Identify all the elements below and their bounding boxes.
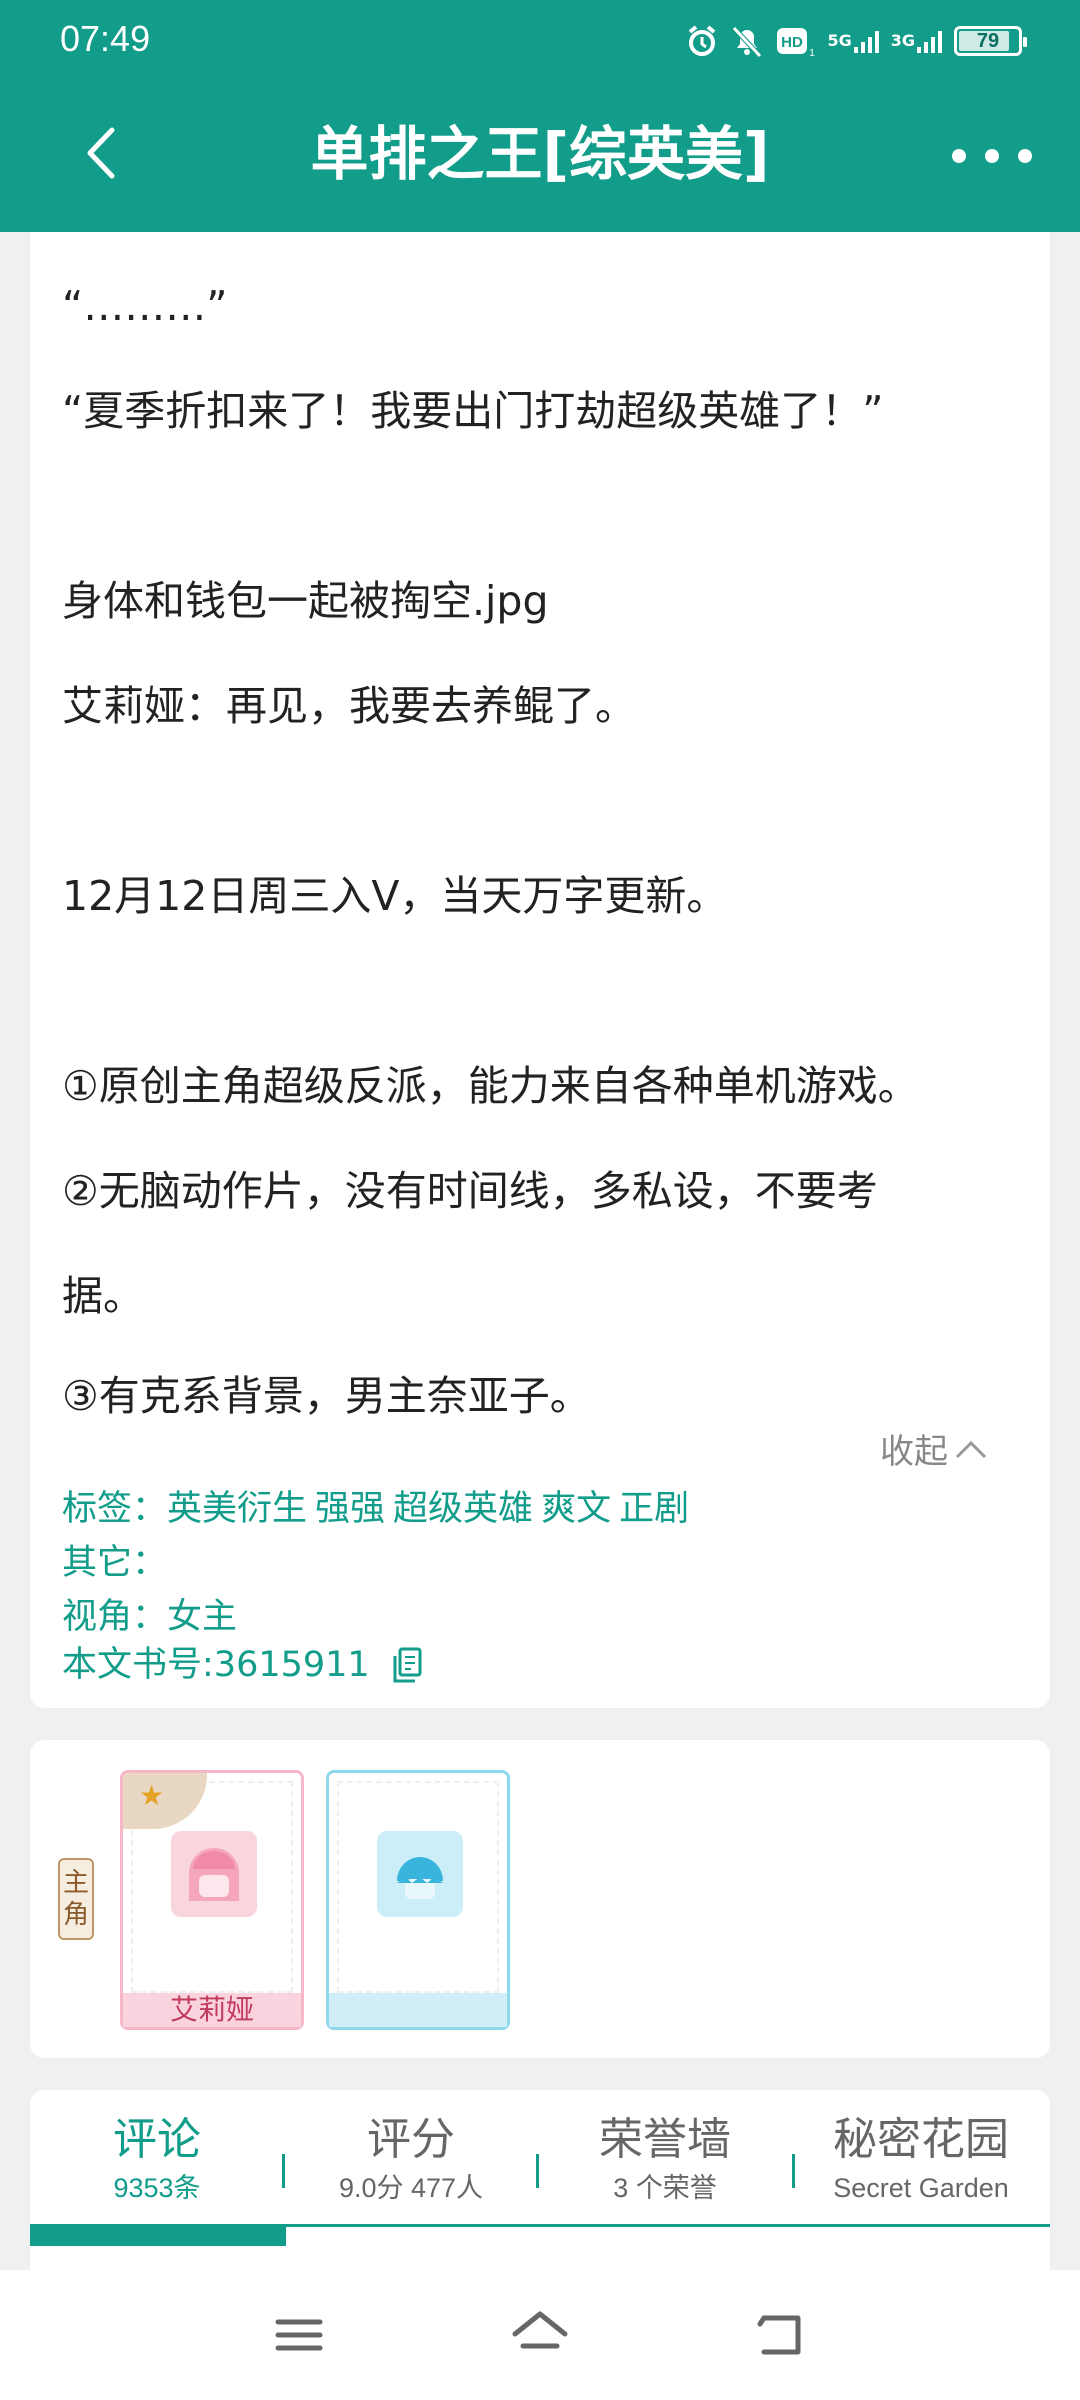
- page-title: 单排之王[综英美]: [310, 120, 770, 188]
- character-name: 艾莉娅: [123, 1993, 301, 2027]
- tag-link[interactable]: 爽文: [541, 1489, 611, 1529]
- back-nav-button[interactable]: [748, 2302, 814, 2368]
- synopsis-line: ①原创主角超级反派，能力来自各种单机游戏。: [62, 1062, 919, 1110]
- avatar: [377, 1831, 463, 1917]
- view-row: 视角：女主: [62, 1588, 237, 1639]
- tab-comments[interactable]: 评论 9353条: [30, 2112, 284, 2208]
- back-icon: [757, 2315, 801, 2355]
- synopsis-line: “………”: [62, 282, 228, 330]
- synopsis-line: ③有克系背景，男主奈亚子。: [62, 1372, 591, 1420]
- synopsis-line: ②无脑动作片，没有时间线，多私设，不要考: [62, 1167, 878, 1215]
- book-id-label: 本文书号:: [62, 1645, 214, 1685]
- tab-rating[interactable]: 评分 9.0分 477人: [284, 2112, 538, 2208]
- svg-text:1: 1: [810, 48, 816, 58]
- home-icon: [512, 2311, 568, 2349]
- tag-link[interactable]: 正剧: [619, 1489, 689, 1529]
- protagonist-badge: 主 角: [58, 1858, 94, 1940]
- other-label: 其它：: [62, 1543, 168, 1583]
- copy-icon[interactable]: [391, 1647, 423, 1685]
- signal-5g-icon: 5G: [827, 23, 879, 59]
- mute-icon: [731, 23, 763, 59]
- more-options-button[interactable]: [952, 136, 1032, 176]
- battery-icon: 79: [954, 23, 1027, 59]
- hd-icon: HD 1: [775, 23, 815, 59]
- tab-secret-garden[interactable]: 秘密花园 Secret Garden: [794, 2112, 1048, 2208]
- collapse-label: 收起: [880, 1432, 948, 1472]
- synopsis-line: 12月12日周三入V，当天万字更新。: [62, 872, 728, 920]
- male-avatar-icon: [397, 1857, 443, 1899]
- tag-link[interactable]: 英美衍生: [167, 1489, 307, 1529]
- chevron-left-icon: [87, 127, 115, 179]
- active-tab-indicator: [30, 2224, 286, 2246]
- signal-3g-icon: 3G: [891, 23, 942, 59]
- back-button[interactable]: [70, 118, 140, 188]
- female-avatar-icon: [189, 1848, 239, 1901]
- svg-text:HD: HD: [782, 34, 804, 51]
- menu-icon: [275, 2319, 323, 2351]
- view-value: 女主: [167, 1597, 238, 1637]
- view-label: 视角：: [62, 1597, 168, 1637]
- tab-honors[interactable]: 荣誉墙 3 个荣誉: [538, 2112, 792, 2208]
- characters-card: 主 角 ★ 艾莉娅: [30, 1740, 1050, 2058]
- character-card-1[interactable]: ★ 艾莉娅: [120, 1770, 304, 2030]
- tags-row: 标签：英美衍生 强强 超级英雄 爽文 正剧: [62, 1480, 689, 1531]
- alarm-icon: [685, 23, 719, 59]
- book-id-value: 3615911: [213, 1645, 370, 1685]
- menu-button[interactable]: [266, 2302, 332, 2368]
- tag-link[interactable]: 超级英雄: [393, 1489, 533, 1529]
- home-button[interactable]: [507, 2302, 573, 2368]
- status-bar: 07:49 HD 1 5G 3G 79: [0, 0, 1080, 80]
- status-time: 07:49: [60, 18, 151, 59]
- synopsis-line: 据。: [62, 1272, 144, 1320]
- tabs-bar: 评论 9353条 评分 9.0分 477人 荣誉墙 3 个荣誉 秘密花园 Sec…: [30, 2090, 1050, 2270]
- character-card-2[interactable]: [326, 1770, 510, 2030]
- system-nav-bar: [0, 2270, 1080, 2400]
- top-app-bar: 07:49 HD 1 5G 3G 79 单排之王[综英美]: [0, 0, 1080, 232]
- synopsis-line: 艾莉娅：再见，我要去养鲲了。: [62, 682, 636, 730]
- character-name: [329, 1993, 507, 2027]
- other-row: 其它：: [62, 1534, 167, 1585]
- chevron-up-icon: [955, 1440, 987, 1458]
- more-dots-icon: [952, 149, 966, 163]
- tags-label: 标签：: [62, 1489, 168, 1529]
- star-icon: ★: [139, 1779, 165, 1812]
- synopsis-line: “夏季折扣来了！我要出门打劫超级英雄了！”: [62, 387, 884, 435]
- status-icons: HD 1 5G 3G 79: [685, 20, 1027, 62]
- tag-link[interactable]: 强强: [315, 1489, 385, 1529]
- synopsis-card: “………” “夏季折扣来了！我要出门打劫超级英雄了！” 身体和钱包一起被掏空.j…: [30, 232, 1050, 1708]
- book-id-row: 本文书号:3615911: [62, 1636, 423, 1687]
- collapse-button[interactable]: 收起: [880, 1424, 988, 1473]
- synopsis-line: 身体和钱包一起被掏空.jpg: [62, 577, 549, 625]
- avatar: [171, 1831, 257, 1917]
